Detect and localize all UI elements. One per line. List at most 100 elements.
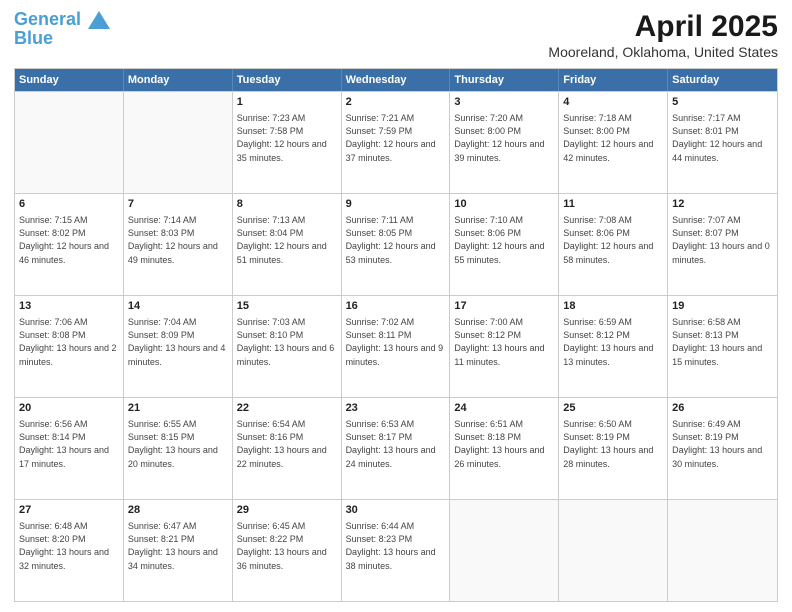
day-info: Sunrise: 7:23 AM Sunset: 7:58 PM Dayligh… [237, 112, 337, 164]
day-cell-12: 12Sunrise: 7:07 AM Sunset: 8:07 PM Dayli… [668, 194, 777, 295]
day-cell-13: 13 Sunrise: 7:06 AM Sunset: 8:08 PM Dayli… [15, 296, 124, 397]
day-number: 24 [454, 401, 554, 416]
week-row-3: 20 Sunrise: 6:56 AM Sunset: 8:14 PM Dayli… [15, 397, 777, 499]
location-subtitle: Mooreland, Oklahoma, United States [548, 44, 778, 60]
header-sunday: Sunday [15, 69, 124, 91]
week-row-1: 6Sunrise: 7:15 AM Sunset: 8:02 PM Daylig… [15, 193, 777, 295]
header-thursday: Thursday [450, 69, 559, 91]
day-cell-21: 21 Sunrise: 6:55 AM Sunset: 8:15 PM Dayli… [124, 398, 233, 499]
day-info: Sunrise: 6:50 AM Sunset: 8:19 PM Dayligh… [563, 418, 663, 470]
day-info: Sunrise: 7:20 AM Sunset: 8:00 PM Dayligh… [454, 112, 554, 164]
day-number: 11 [563, 197, 663, 212]
day-number: 21 [128, 401, 228, 416]
day-number: 3 [454, 95, 554, 110]
day-cell-6: 6Sunrise: 7:15 AM Sunset: 8:02 PM Daylig… [15, 194, 124, 295]
day-info: Sunrise: 7:00 AM Sunset: 8:12 PM Dayligh… [454, 316, 554, 368]
calendar-body: 1Sunrise: 7:23 AM Sunset: 7:58 PM Daylig… [15, 91, 777, 601]
logo-blue: Blue [14, 28, 53, 49]
day-info: Sunrise: 6:49 AM Sunset: 8:19 PM Dayligh… [672, 418, 773, 470]
day-cell-20: 20 Sunrise: 6:56 AM Sunset: 8:14 PM Dayli… [15, 398, 124, 499]
week-row-2: 13 Sunrise: 7:06 AM Sunset: 8:08 PM Dayli… [15, 295, 777, 397]
day-number: 28 [128, 503, 228, 518]
day-info: Sunrise: 7:17 AM Sunset: 8:01 PM Dayligh… [672, 112, 773, 164]
empty-cell [15, 92, 124, 193]
day-number: 23 [346, 401, 446, 416]
day-number: 13 [19, 299, 119, 314]
day-cell-18: 18 Sunrise: 6:59 AM Sunset: 8:12 PM Dayli… [559, 296, 668, 397]
header-saturday: Saturday [668, 69, 777, 91]
day-cell-28: 28 Sunrise: 6:47 AM Sunset: 8:21 PM Dayli… [124, 500, 233, 601]
day-info: Sunrise: 6:56 AM Sunset: 8:14 PM Dayligh… [19, 418, 119, 470]
day-info: Sunrise: 6:55 AM Sunset: 8:15 PM Dayligh… [128, 418, 228, 470]
week-row-0: 1Sunrise: 7:23 AM Sunset: 7:58 PM Daylig… [15, 91, 777, 193]
page: General Blue April 2025 Mooreland, Oklah… [0, 0, 792, 612]
day-cell-4: 4Sunrise: 7:18 AM Sunset: 8:00 PM Daylig… [559, 92, 668, 193]
day-info: Sunrise: 7:18 AM Sunset: 8:00 PM Dayligh… [563, 112, 663, 164]
day-cell-23: 23 Sunrise: 6:53 AM Sunset: 8:17 PM Dayli… [342, 398, 451, 499]
day-cell-11: 11 Sunrise: 7:08 AM Sunset: 8:06 PM Dayli… [559, 194, 668, 295]
day-cell-7: 7Sunrise: 7:14 AM Sunset: 8:03 PM Daylig… [124, 194, 233, 295]
day-info: Sunrise: 7:11 AM Sunset: 8:05 PM Dayligh… [346, 214, 446, 266]
day-info: Sunrise: 7:10 AM Sunset: 8:06 PM Dayligh… [454, 214, 554, 266]
day-info: Sunrise: 7:15 AM Sunset: 8:02 PM Dayligh… [19, 214, 119, 266]
day-cell-19: 19Sunrise: 6:58 AM Sunset: 8:13 PM Dayli… [668, 296, 777, 397]
empty-cell [559, 500, 668, 601]
day-number: 10 [454, 197, 554, 212]
day-cell-14: 14Sunrise: 7:04 AM Sunset: 8:09 PM Dayli… [124, 296, 233, 397]
day-number: 29 [237, 503, 337, 518]
day-cell-8: 8 Sunrise: 7:13 AM Sunset: 8:04 PM Daylig… [233, 194, 342, 295]
day-info: Sunrise: 6:45 AM Sunset: 8:22 PM Dayligh… [237, 520, 337, 572]
day-number: 7 [128, 197, 228, 212]
day-cell-15: 15 Sunrise: 7:03 AM Sunset: 8:10 PM Dayli… [233, 296, 342, 397]
day-info: Sunrise: 7:06 AM Sunset: 8:08 PM Dayligh… [19, 316, 119, 368]
day-cell-10: 10 Sunrise: 7:10 AM Sunset: 8:06 PM Dayli… [450, 194, 559, 295]
day-info: Sunrise: 7:03 AM Sunset: 8:10 PM Dayligh… [237, 316, 337, 368]
day-number: 15 [237, 299, 337, 314]
day-info: Sunrise: 7:21 AM Sunset: 7:59 PM Dayligh… [346, 112, 446, 164]
day-info: Sunrise: 6:54 AM Sunset: 8:16 PM Dayligh… [237, 418, 337, 470]
day-cell-24: 24 Sunrise: 6:51 AM Sunset: 8:18 PM Dayli… [450, 398, 559, 499]
day-number: 20 [19, 401, 119, 416]
day-cell-26: 26 Sunrise: 6:49 AM Sunset: 8:19 PM Dayli… [668, 398, 777, 499]
month-year-title: April 2025 [548, 10, 778, 44]
day-number: 16 [346, 299, 446, 314]
logo-general: General [14, 9, 81, 29]
day-number: 9 [346, 197, 446, 212]
day-cell-1: 1Sunrise: 7:23 AM Sunset: 7:58 PM Daylig… [233, 92, 342, 193]
day-number: 12 [672, 197, 773, 212]
day-cell-30: 30Sunrise: 6:44 AM Sunset: 8:23 PM Dayli… [342, 500, 451, 601]
day-number: 8 [237, 197, 337, 212]
header-monday: Monday [124, 69, 233, 91]
day-cell-17: 17 Sunrise: 7:00 AM Sunset: 8:12 PM Dayli… [450, 296, 559, 397]
title-block: April 2025 Mooreland, Oklahoma, United S… [548, 10, 778, 60]
day-info: Sunrise: 6:59 AM Sunset: 8:12 PM Dayligh… [563, 316, 663, 368]
day-info: Sunrise: 7:08 AM Sunset: 8:06 PM Dayligh… [563, 214, 663, 266]
day-cell-16: 16Sunrise: 7:02 AM Sunset: 8:11 PM Dayli… [342, 296, 451, 397]
header-wednesday: Wednesday [342, 69, 451, 91]
day-cell-2: 2Sunrise: 7:21 AM Sunset: 7:59 PM Daylig… [342, 92, 451, 193]
day-cell-27: 27 Sunrise: 6:48 AM Sunset: 8:20 PM Dayli… [15, 500, 124, 601]
empty-cell [450, 500, 559, 601]
logo-icon [88, 11, 110, 29]
day-cell-25: 25 Sunrise: 6:50 AM Sunset: 8:19 PM Dayli… [559, 398, 668, 499]
day-number: 27 [19, 503, 119, 518]
day-number: 17 [454, 299, 554, 314]
header-tuesday: Tuesday [233, 69, 342, 91]
header-friday: Friday [559, 69, 668, 91]
day-number: 26 [672, 401, 773, 416]
day-cell-5: 5 Sunrise: 7:17 AM Sunset: 8:01 PM Daylig… [668, 92, 777, 193]
day-info: Sunrise: 6:48 AM Sunset: 8:20 PM Dayligh… [19, 520, 119, 572]
day-number: 22 [237, 401, 337, 416]
day-info: Sunrise: 7:13 AM Sunset: 8:04 PM Dayligh… [237, 214, 337, 266]
day-info: Sunrise: 7:04 AM Sunset: 8:09 PM Dayligh… [128, 316, 228, 368]
day-cell-29: 29 Sunrise: 6:45 AM Sunset: 8:22 PM Dayli… [233, 500, 342, 601]
day-info: Sunrise: 6:47 AM Sunset: 8:21 PM Dayligh… [128, 520, 228, 572]
calendar: Sunday Monday Tuesday Wednesday Thursday… [14, 68, 778, 602]
day-info: Sunrise: 6:51 AM Sunset: 8:18 PM Dayligh… [454, 418, 554, 470]
day-info: Sunrise: 6:53 AM Sunset: 8:17 PM Dayligh… [346, 418, 446, 470]
week-row-4: 27 Sunrise: 6:48 AM Sunset: 8:20 PM Dayli… [15, 499, 777, 601]
day-cell-9: 9 Sunrise: 7:11 AM Sunset: 8:05 PM Daylig… [342, 194, 451, 295]
day-number: 18 [563, 299, 663, 314]
day-number: 25 [563, 401, 663, 416]
day-number: 5 [672, 95, 773, 110]
